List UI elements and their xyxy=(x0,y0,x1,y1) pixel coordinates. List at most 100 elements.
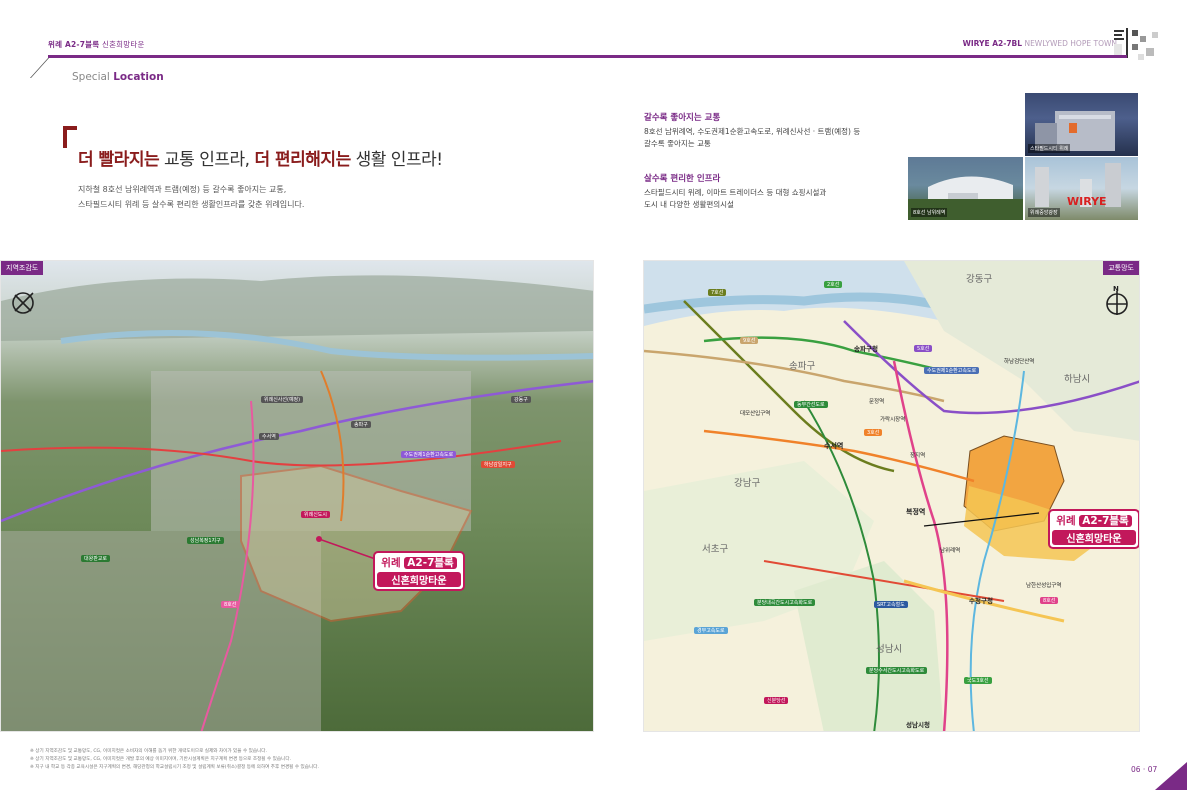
aerial-map-tag: 지역조감도 xyxy=(1,261,44,275)
district-label: 서초구 xyxy=(702,544,729,555)
svg-text:N: N xyxy=(1113,285,1119,293)
line-label: 경부고속도로 xyxy=(694,627,728,634)
headline-part3: 더 편리해지는 xyxy=(254,150,351,170)
photo-caption: 스타필드시티 위례 xyxy=(1028,144,1071,153)
district-label: 강남구 xyxy=(734,478,761,489)
station-label: 수서역 xyxy=(824,442,844,450)
aerial-label: 수서역 xyxy=(259,433,279,440)
transit-map-image xyxy=(644,261,1139,731)
line-label: SRT고속철도 xyxy=(874,601,908,608)
transit-callout: 위례 A2-7블록 신혼희망타운 xyxy=(1048,509,1139,549)
aerial-callout-tag: A2-7블록 xyxy=(404,557,457,569)
line-label: 분당수서간도시고속화도로 xyxy=(866,667,928,674)
photo-station: 8호선 남위례역 xyxy=(908,157,1023,220)
brand-logo xyxy=(1114,28,1158,60)
intro-line: 스타필드시티 위례 등 살수록 편리한 생활인프라를 갖춘 위례입니다. xyxy=(78,200,305,209)
headline-part4: 생활 인프라! xyxy=(350,150,443,170)
aerial-callout-pre: 위례 xyxy=(381,557,401,569)
north-arrow-icon: N xyxy=(1106,285,1128,315)
line-label: 3호선 xyxy=(864,429,883,436)
section-label-special: Special xyxy=(72,71,110,83)
info-title-transport: 갈수록 좋아지는 교통 xyxy=(644,113,721,123)
photo-caption: 8호선 남위례역 xyxy=(911,208,948,217)
photo-caption: 위례중앙광장 xyxy=(1028,208,1060,217)
aerial-label: 수도권제1순환고속도로 xyxy=(401,451,457,458)
section-label-location: Location xyxy=(113,71,164,83)
section-label: Special Location xyxy=(72,71,164,83)
intro-text: 지하철 8호선 남위례역과 트램(예정) 등 갈수록 좋아지는 교통, 스타필드… xyxy=(78,182,304,212)
headline: 더 빨라지는 교통 인프라, 더 편리해지는 생활 인프라! xyxy=(78,145,443,170)
header-rule xyxy=(48,55,1127,58)
aerial-callout-name: 신혼희망타운 xyxy=(377,572,461,587)
header-right-rest: NEWLYWED HOPE TOWN xyxy=(1024,39,1117,48)
line-label: 2호선 xyxy=(824,281,843,288)
line-label: 신분당선 xyxy=(764,697,789,704)
station-label: 장지역 xyxy=(910,453,926,459)
info-line: 8호선 남위례역, 수도권제1순환고속도로, 위례신사선 · 트램(예정) 등 xyxy=(644,127,861,136)
header-right-bold: WIRYE A2-7BL xyxy=(962,39,1023,48)
intro-line: 지하철 8호선 남위례역과 트램(예정) 등 갈수록 좋아지는 교통, xyxy=(78,185,287,194)
info-line: 도시 내 다양한 생활편의시설 xyxy=(644,200,734,209)
aerial-callout: 위례 A2-7블록 신혼희망타운 xyxy=(373,551,465,591)
aerial-label: 대왕판교로 xyxy=(81,555,111,562)
footnote: ※ 지구 내 학교 등 각종 교육시설은 지구계획의 변경, 해당관청의 학교설… xyxy=(30,765,319,770)
station-label: 대모산입구역 xyxy=(740,411,771,417)
line-label: 수도권제1순환고속도로 xyxy=(924,367,980,374)
line-label: 5호선 xyxy=(914,345,933,352)
headline-part1: 더 빨라지는 xyxy=(78,150,160,170)
aerial-label: 하남감일지구 xyxy=(481,461,515,468)
headline-part2: 교통 인프라, xyxy=(159,150,255,170)
line-label: 분당내곡간도시고속화도로 xyxy=(754,599,816,606)
station-label: 복정역 xyxy=(906,508,926,516)
aerial-label: 성남복정1지구 xyxy=(187,537,224,544)
aerial-map: 지역조감도 위례신도시 성남복정1지구 수서역 대왕판교로 8호선 수도권제1순… xyxy=(0,260,594,732)
aerial-label: 8호선 xyxy=(221,601,240,608)
district-label: 송파구 xyxy=(789,361,816,372)
transit-callout-name: 신혼희망타운 xyxy=(1052,530,1136,545)
footnote: ※ 상기 지역조감도 및 교통망도, CG, 이미지컷은 개발 후의 예상 이미… xyxy=(30,757,292,762)
aerial-label: 송파구 xyxy=(351,421,371,428)
photo-starfield: 스타필드시티 위례 xyxy=(1025,93,1138,156)
photo-plaza: WIRYE 위례중앙광장 xyxy=(1025,157,1138,220)
aerial-label: 강동구 xyxy=(511,396,531,403)
line-label: 9호선 xyxy=(740,337,759,344)
station-label: 남한산성입구역 xyxy=(1026,583,1062,589)
header-rule-tail xyxy=(29,58,68,78)
info-line: 스타필드시티 위례, 이마트 트레이더스 등 대형 쇼핑시설과 xyxy=(644,188,827,197)
station-label: 문정역 xyxy=(869,399,885,405)
info-body-infra: 스타필드시티 위례, 이마트 트레이더스 등 대형 쇼핑시설과 도시 내 다양한… xyxy=(644,187,826,211)
district-label: 성남시 xyxy=(876,644,903,655)
station-label: 하남검단산역 xyxy=(1004,359,1035,365)
aerial-label: 위례신도시 xyxy=(301,511,331,518)
footnotes: ※ 상기 지역조감도 및 교통망도, CG, 이미지컷은 소비자의 이해를 돕기… xyxy=(30,748,319,772)
header-left-title: 위례 A2-7블록 신혼희망타운 xyxy=(48,39,145,50)
station-label: 가락시장역 xyxy=(880,417,906,423)
district-label: 하남시 xyxy=(1064,374,1091,385)
district-label: 강동구 xyxy=(966,274,993,285)
footnote: ※ 상기 지역조감도 및 교통망도, CG, 이미지컷은 소비자의 이해를 돕기… xyxy=(30,749,267,754)
transit-callout-tag: A2-7블록 xyxy=(1079,515,1132,527)
line-label: 국도3호선 xyxy=(964,677,992,684)
page-numbers: 06 · 07 xyxy=(1131,765,1158,774)
aerial-label: 위례신사선(예정) xyxy=(261,396,304,403)
line-label: 7호선 xyxy=(708,289,727,296)
info-title-infra: 살수록 편리한 인프라 xyxy=(644,174,721,184)
info-line: 갈수록 좋아지는 교통 xyxy=(644,139,711,148)
compass-icon xyxy=(12,292,34,314)
header-right-title: WIRYE A2-7BL NEWLYWED HOPE TOWN xyxy=(963,39,1117,48)
transit-map: 교통망도 N 강동구 송파구 강남구 서초구 성남시 하남시 7호선 2호선 9… xyxy=(643,260,1140,732)
station-label: 성남시청 xyxy=(906,721,930,729)
line-label: 동부간선도로 xyxy=(794,401,828,408)
aerial-callout-title: 위례 A2-7블록 xyxy=(375,555,463,570)
transit-callout-pre: 위례 xyxy=(1056,515,1076,527)
header-left-rest: 신혼희망타운 xyxy=(101,40,145,49)
aerial-map-image xyxy=(1,275,593,731)
station-label: 수정구청 xyxy=(969,597,993,605)
headline-bracket xyxy=(63,126,77,148)
line-label: 8호선 xyxy=(1040,597,1059,604)
info-body-transport: 8호선 남위례역, 수도권제1순환고속도로, 위례신사선 · 트램(예정) 등 … xyxy=(644,126,860,150)
svg-text:WIRYE: WIRYE xyxy=(1067,195,1107,208)
transit-map-tag: 교통망도 xyxy=(1103,261,1139,275)
transit-callout-title: 위례 A2-7블록 xyxy=(1050,513,1138,528)
station-label: 남위례역 xyxy=(940,548,961,554)
